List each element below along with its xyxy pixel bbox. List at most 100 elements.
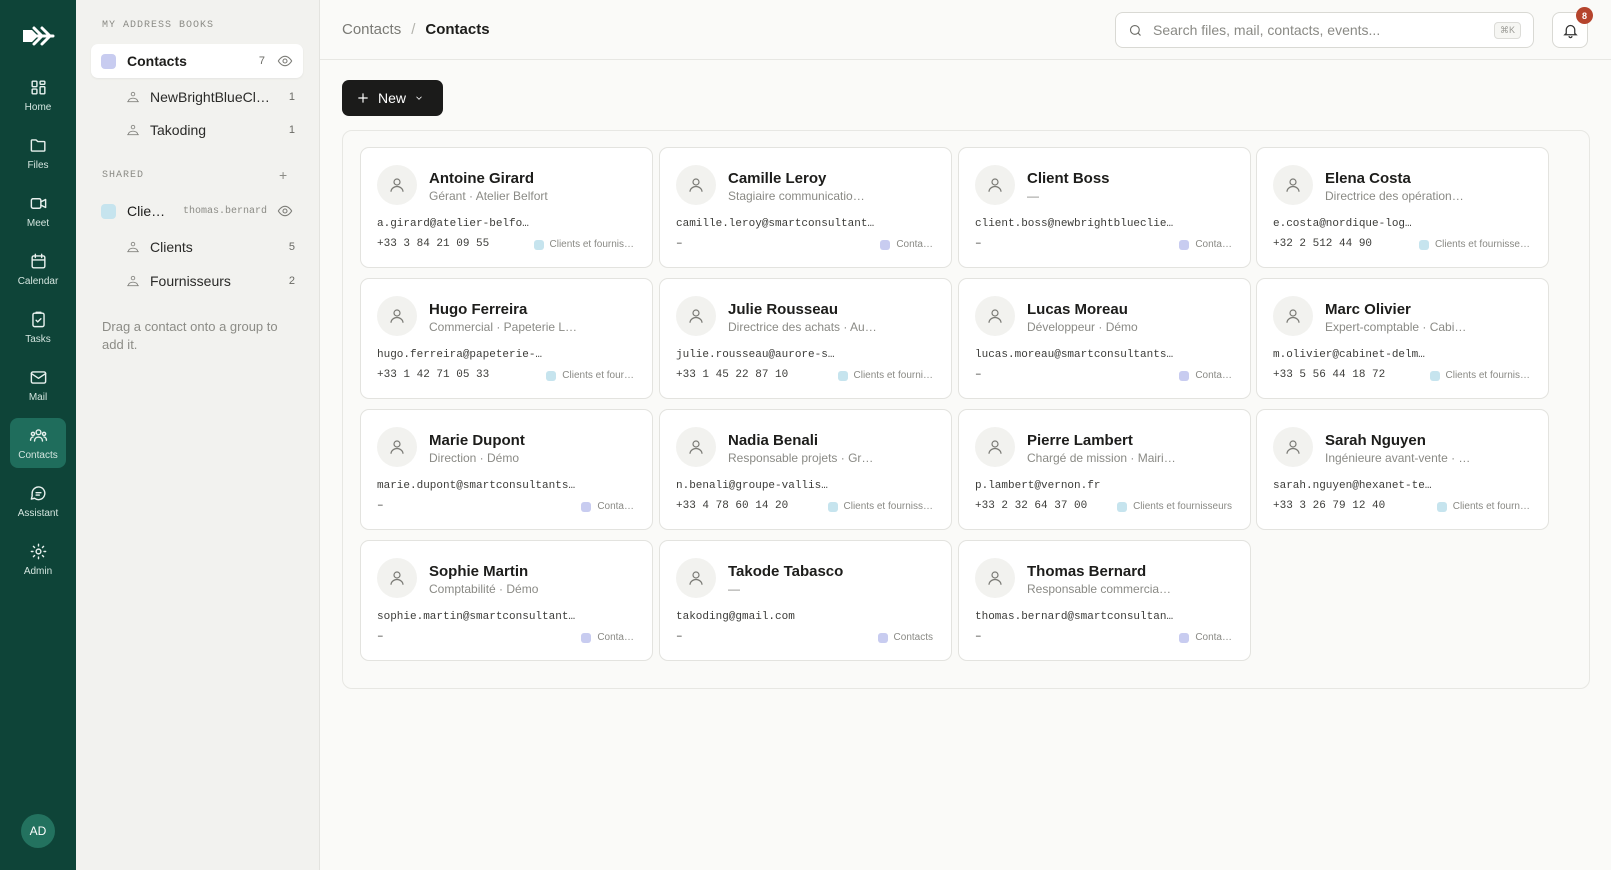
contact-book-tag-label: Clients et fourni…	[853, 370, 933, 381]
my-address-books-title: MY ADDRESS BOOKS	[102, 20, 215, 31]
address-book-name: Contacts	[127, 53, 187, 69]
contact-card[interactable]: Marie Dupont Direction · Démo marie.dupont…	[360, 409, 653, 530]
address-books-sidebar: MY ADDRESS BOOKS Contacts 7 NewBrightBlu…	[76, 0, 320, 870]
user-icon	[1286, 440, 1300, 454]
rail-item-mail[interactable]: Mail	[10, 360, 66, 410]
contact-book-tag-label: Conta…	[1195, 370, 1232, 381]
user-avatar[interactable]: AD	[21, 814, 55, 848]
rail-item-contacts[interactable]: Contacts	[10, 418, 66, 468]
user-icon	[988, 571, 1002, 585]
contact-book-tag: Conta…	[1179, 239, 1232, 250]
user-icon	[689, 178, 703, 192]
group-count: 5	[288, 241, 295, 253]
contact-card[interactable]: Sarah Nguyen Ingénieure avant-vente · … sa…	[1256, 409, 1549, 530]
contact-card[interactable]: Sophie Martin Comptabilité · Démo sophie.m…	[360, 540, 653, 661]
group-name: Fournisseurs	[150, 273, 231, 289]
new-button-label: New	[378, 90, 407, 106]
app-logo-icon[interactable]	[18, 22, 58, 50]
group-item-clients[interactable]: Clients 5	[126, 234, 303, 260]
address-book-shared[interactable]: Clie… thomas.bernard	[91, 194, 303, 228]
contact-phone: –	[975, 631, 982, 643]
contact-card[interactable]: Antoine Girard Gérant · Atelier Belfort a.…	[360, 147, 653, 268]
contact-subtitle: Responsable projets · Gr…	[728, 451, 874, 465]
contact-book-tag: Conta…	[581, 501, 634, 512]
chevron-down-icon	[416, 96, 422, 100]
contact-email: takoding@gmail.com	[676, 611, 795, 623]
contact-name: Lucas Moreau	[1027, 301, 1128, 318]
contact-card[interactable]: Pierre Lambert Chargé de mission · Mairi……	[958, 409, 1251, 530]
rail-item-assistant[interactable]: Assistant	[10, 476, 66, 526]
notifications-button[interactable]: 8	[1552, 7, 1593, 48]
contact-card[interactable]: Elena Costa Directrice des opération… e.co…	[1256, 147, 1549, 268]
tag-color-dot	[837, 370, 848, 381]
contact-card[interactable]: Camille Leroy Stagiaire communicatio… cami…	[659, 147, 952, 268]
contact-avatar	[975, 165, 1015, 205]
rail-item-calendar[interactable]: Calendar	[10, 244, 66, 294]
contact-subtitle: —	[728, 582, 740, 596]
global-search[interactable]: ⌘K	[1115, 12, 1534, 48]
search-input[interactable]	[1153, 22, 1494, 38]
eye-icon[interactable]	[277, 53, 293, 69]
breadcrumb-current: Contacts	[425, 21, 490, 38]
contact-card[interactable]: Thomas Bernard Responsable commercia… thom…	[958, 540, 1251, 661]
contact-card[interactable]: Hugo Ferreira Commercial · Papeterie L… hu…	[360, 278, 653, 399]
rail-item-files[interactable]: Files	[10, 128, 66, 178]
rail-item-meet[interactable]: Meet	[10, 186, 66, 236]
add-shared-book-button[interactable]: +	[279, 167, 287, 183]
rail-item-label: Calendar	[17, 275, 59, 287]
contact-email: lucas.moreau@smartconsultants.…	[975, 349, 1175, 361]
group-count: 2	[288, 275, 295, 287]
tag-color-dot	[880, 239, 891, 250]
contact-book-tag: Clients et fourn…	[1436, 501, 1530, 512]
new-button[interactable]: New	[342, 80, 443, 116]
contact-subtitle: Chargé de mission · Mairi…	[1027, 451, 1176, 465]
contact-subtitle: Ingénieure avant-vente · …	[1325, 451, 1471, 465]
home-icon	[30, 79, 46, 95]
user-icon	[689, 309, 703, 323]
group-item-newbrightblue[interactable]: NewBrightBlueCli… 1	[126, 84, 303, 110]
address-book-owner: thomas.bernard	[182, 205, 267, 217]
rail-item-admin[interactable]: Admin	[10, 534, 66, 584]
contact-book-tag: Conta…	[1179, 370, 1232, 381]
group-item-fournisseurs[interactable]: Fournisseurs 2	[126, 268, 303, 294]
rail-item-home[interactable]: Home	[10, 70, 66, 120]
contact-email: a.girard@atelier-belfo…	[377, 218, 529, 230]
tag-color-dot	[1436, 501, 1447, 512]
rail-nav: Home Files Meet Calendar Tasks Mail Contacts As…	[10, 70, 66, 584]
contact-book-tag-label: Contacts	[893, 632, 933, 643]
contact-email: m.olivier@cabinet-delm…	[1273, 349, 1425, 361]
contact-book-tag-label: Conta…	[1195, 239, 1232, 250]
contact-card[interactable]: Client Boss — client.boss@newbrightbluecli…	[958, 147, 1251, 268]
group-name: Clients	[150, 239, 193, 255]
contact-email: marie.dupont@smartconsultants.…	[377, 480, 577, 492]
contact-card[interactable]: Julie Rousseau Directrice des achats · Au…	[659, 278, 952, 399]
group-icon	[127, 91, 139, 103]
eye-icon[interactable]	[277, 203, 293, 219]
contact-email: julie.rousseau@aurore-s…	[676, 349, 835, 361]
contact-card[interactable]: Marc Olivier Expert-comptable · Cabi… m.ol…	[1256, 278, 1549, 399]
address-book-contacts[interactable]: Contacts 7	[91, 44, 303, 78]
search-shortcut-badge: ⌘K	[1493, 21, 1521, 39]
contact-book-tag: Clients et fourni…	[837, 370, 933, 381]
breadcrumb-root[interactable]: Contacts	[342, 21, 401, 38]
group-item-takoding[interactable]: Takoding 1	[126, 117, 303, 143]
user-icon	[1286, 309, 1300, 323]
tag-color-dot	[1117, 501, 1128, 512]
contact-subtitle: Direction · Démo	[429, 451, 520, 465]
contact-email: sophie.martin@smartconsultants…	[377, 611, 577, 623]
contact-card[interactable]: Lucas Moreau Développeur · Démo lucas.more…	[958, 278, 1251, 399]
rail-item-label: Meet	[26, 217, 50, 229]
rail-item-label: Tasks	[25, 333, 51, 345]
contact-book-tag-label: Conta…	[597, 501, 634, 512]
tag-color-dot	[877, 632, 888, 643]
contact-card[interactable]: Takode Tabasco — takoding@gmail.com – Contac…	[659, 540, 952, 661]
contact-book-tag: Clients et fourniss…	[827, 501, 933, 512]
group-icon	[127, 124, 139, 136]
contact-email: e.costa@nordique-log…	[1273, 218, 1412, 230]
contact-card[interactable]: Nadia Benali Responsable projets · Gr… n.b…	[659, 409, 952, 530]
rail-item-label: Contacts	[18, 449, 58, 461]
rail-item-tasks[interactable]: Tasks	[10, 302, 66, 352]
rail-item-label: Home	[24, 101, 52, 113]
contact-phone: –	[377, 500, 384, 512]
contact-phone: –	[975, 369, 982, 381]
